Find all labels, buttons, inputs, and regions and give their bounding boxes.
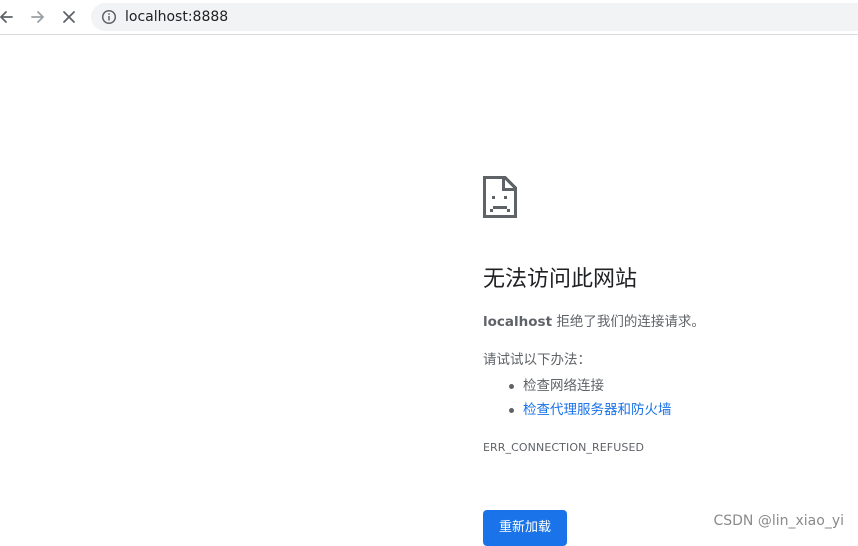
- suggestion-check-proxy-link[interactable]: 检查代理服务器和防火墙: [523, 402, 672, 418]
- list-item: 检查代理服务器和防火墙: [483, 398, 672, 422]
- sad-page-icon: [483, 176, 517, 218]
- suggestion-check-network: 检查网络连接: [523, 378, 604, 394]
- arrow-right-icon: [31, 11, 44, 23]
- bullet-icon: [509, 384, 514, 389]
- suggestions-list: 检查网络连接 检查代理服务器和防火墙: [483, 374, 672, 422]
- list-item: 检查网络连接: [483, 374, 672, 398]
- suggestions-title: 请试试以下办法：: [483, 352, 591, 368]
- error-host: localhost: [483, 314, 553, 330]
- browser-toolbar: localhost:8888: [0, 0, 858, 35]
- error-code: ERR_CONNECTION_REFUSED: [483, 441, 645, 454]
- forward-button[interactable]: [26, 5, 50, 29]
- error-headline: 无法访问此网站: [483, 267, 638, 292]
- address-bar[interactable]: localhost:8888: [91, 3, 858, 31]
- arrow-left-icon: [0, 11, 13, 23]
- back-button[interactable]: [0, 5, 18, 29]
- info-icon[interactable]: [101, 9, 117, 25]
- reload-button[interactable]: 重新加载: [483, 510, 567, 546]
- error-description: localhost 拒绝了我们的连接请求。: [483, 312, 705, 332]
- stop-button[interactable]: [57, 5, 81, 29]
- url-text[interactable]: localhost:8888: [125, 8, 228, 26]
- bullet-icon: [509, 408, 514, 413]
- close-icon: [63, 11, 75, 23]
- error-description-text: 拒绝了我们的连接请求。: [552, 314, 705, 330]
- watermark: CSDN @lin_xiao_yi: [713, 513, 844, 529]
